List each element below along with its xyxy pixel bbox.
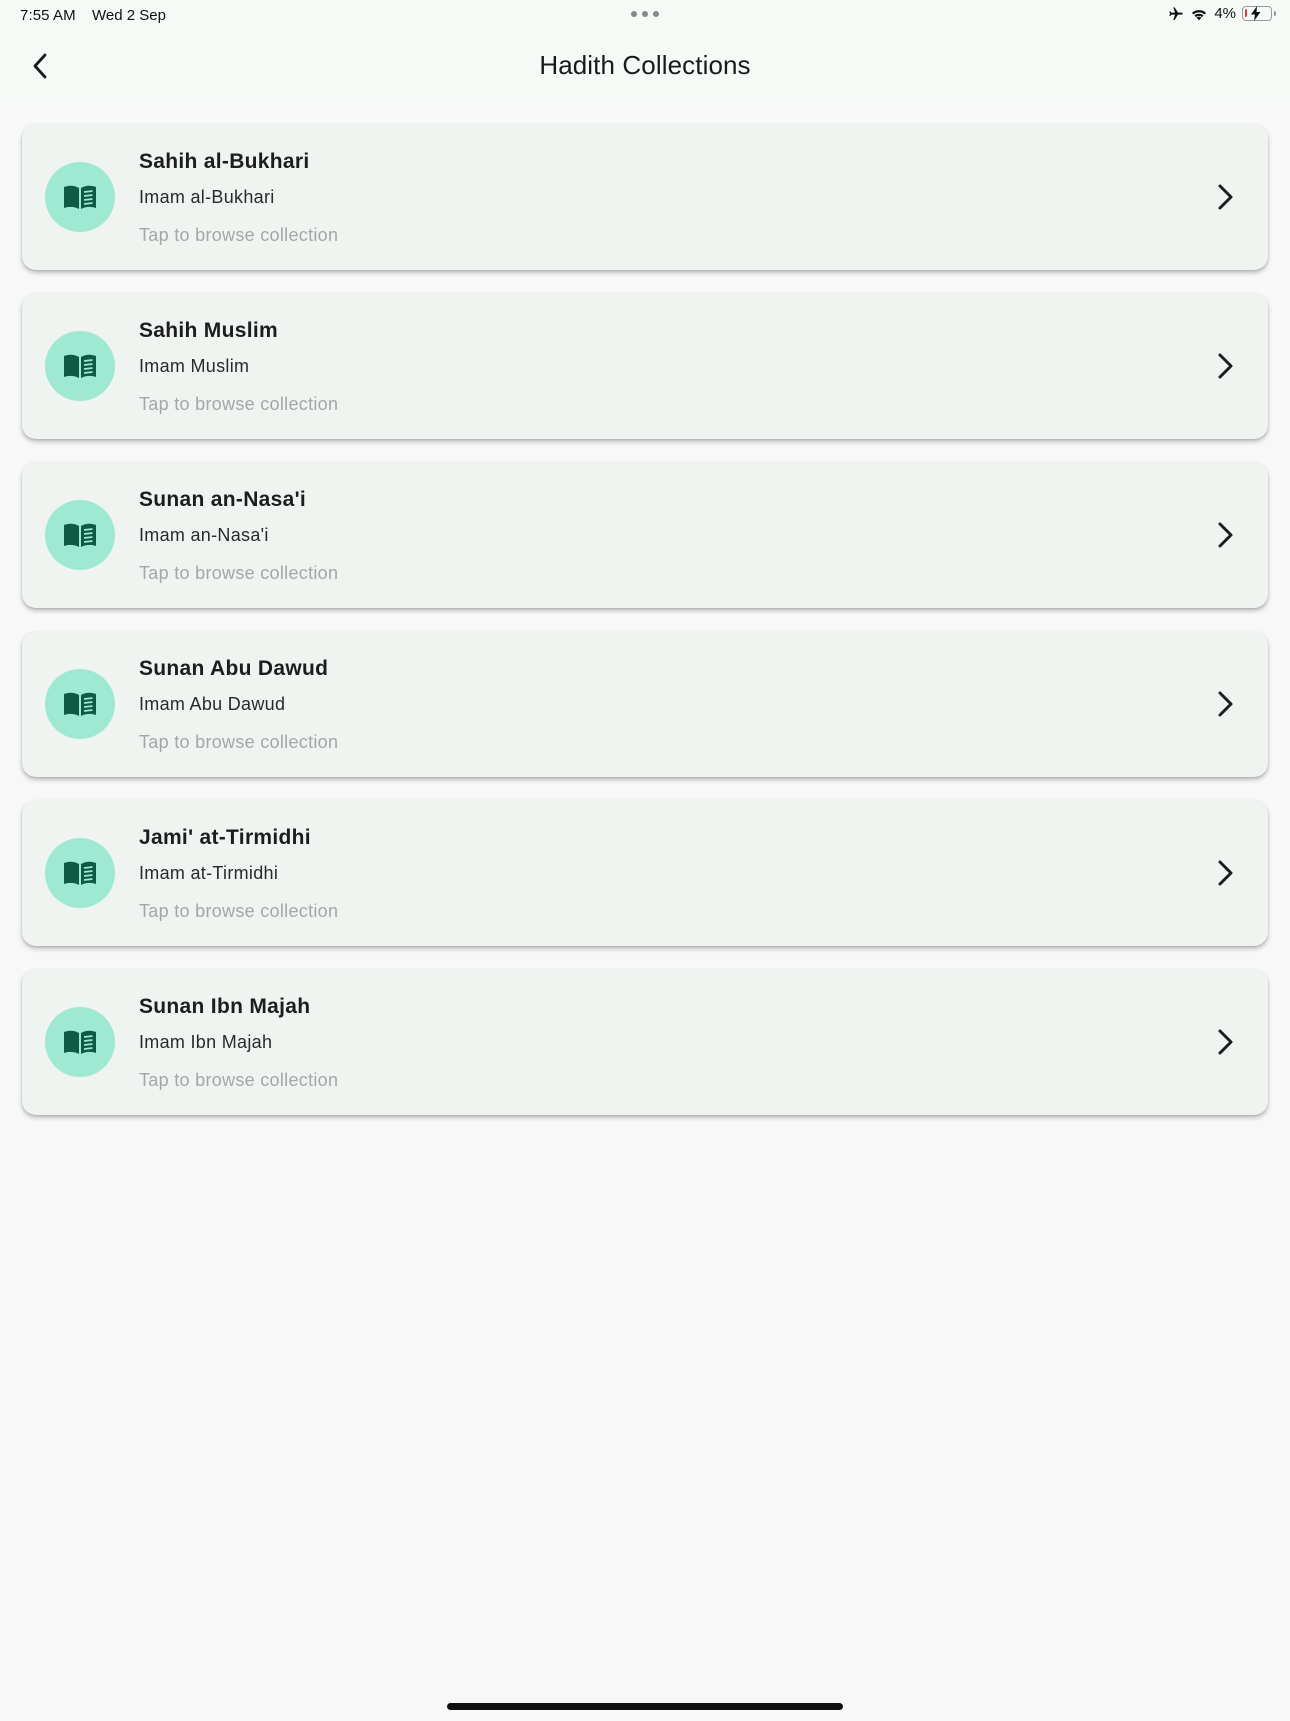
collection-card[interactable]: Sahih Muslim Imam Muslim Tap to browse col… bbox=[22, 293, 1268, 439]
collection-card[interactable]: Sunan an-Nasa'i Imam an-Nasa'i Tap to brow… bbox=[22, 462, 1268, 608]
chevron-right-icon bbox=[1210, 856, 1242, 890]
collection-title: Sunan an-Nasa'i bbox=[139, 488, 307, 511]
app-bar: Hadith Collections bbox=[0, 30, 1290, 102]
chevron-right-icon bbox=[1210, 518, 1242, 552]
collection-author: Imam Muslim bbox=[139, 356, 250, 376]
collection-hint: Tap to browse collection bbox=[139, 563, 339, 583]
wifi-icon bbox=[1192, 9, 1207, 20]
collection-title: Jami' at-Tirmidhi bbox=[139, 826, 311, 849]
chevron-right-icon bbox=[1210, 349, 1242, 383]
collection-title: Sunan Ibn Majah bbox=[139, 995, 311, 1018]
collection-hint: Tap to browse collection bbox=[139, 1070, 339, 1090]
collection-title: Sahih al-Bukhari bbox=[139, 150, 310, 173]
collection-hint: Tap to browse collection bbox=[139, 901, 339, 921]
home-indicator[interactable] bbox=[447, 1703, 843, 1710]
status-bar: 7:55 AM Wed 2 Sep 4% bbox=[0, 0, 1290, 30]
battery-charging-icon bbox=[1242, 6, 1276, 21]
status-time: 7:55 AM bbox=[20, 7, 76, 24]
chevron-right-icon bbox=[1210, 687, 1242, 721]
collection-list: Sahih al-Bukhari Imam al-Bukhari Tap to br… bbox=[22, 124, 1268, 1138]
book-icon bbox=[63, 859, 97, 887]
collection-card[interactable]: Sunan Abu Dawud Imam Abu Dawud Tap to brow… bbox=[22, 631, 1268, 777]
collection-avatar bbox=[45, 162, 115, 232]
collection-avatar bbox=[45, 669, 115, 739]
book-icon bbox=[63, 690, 97, 718]
status-date: Wed 2 Sep bbox=[92, 7, 166, 24]
collection-avatar bbox=[45, 838, 115, 908]
collection-card[interactable]: Sahih al-Bukhari Imam al-Bukhari Tap to br… bbox=[22, 124, 1268, 270]
collection-avatar bbox=[45, 500, 115, 570]
chevron-right-icon bbox=[1210, 180, 1242, 214]
collection-author: Imam Abu Dawud bbox=[139, 694, 286, 714]
collection-hint: Tap to browse collection bbox=[139, 394, 339, 414]
collection-author: Imam an-Nasa'i bbox=[139, 525, 269, 545]
collection-card[interactable]: Jami' at-Tirmidhi Imam at-Tirmidhi Tap to … bbox=[22, 800, 1268, 946]
collection-author: Imam al-Bukhari bbox=[139, 187, 275, 207]
battery-level bbox=[1245, 9, 1247, 17]
page-title: Hadith Collections bbox=[539, 50, 751, 80]
book-icon bbox=[63, 352, 97, 380]
collection-author: Imam Ibn Majah bbox=[139, 1032, 273, 1052]
status-indicators: 4% bbox=[1168, 5, 1276, 22]
collection-hint: Tap to browse collection bbox=[139, 732, 339, 752]
collection-hint: Tap to browse collection bbox=[139, 225, 339, 245]
chevron-right-icon bbox=[1210, 1025, 1242, 1059]
book-icon bbox=[63, 183, 97, 211]
airplane-icon bbox=[1169, 6, 1183, 20]
multitasking-dots-icon[interactable] bbox=[631, 11, 659, 17]
collection-avatar bbox=[45, 1007, 115, 1077]
collection-author: Imam at-Tirmidhi bbox=[139, 863, 279, 883]
collection-avatar bbox=[45, 331, 115, 401]
book-icon bbox=[63, 1028, 97, 1056]
collection-card[interactable]: Sunan Ibn Majah Imam Ibn Majah Tap to brow… bbox=[22, 969, 1268, 1115]
collection-title: Sahih Muslim bbox=[139, 319, 278, 342]
battery-percent: 4% bbox=[1214, 5, 1236, 22]
book-icon bbox=[63, 521, 97, 549]
collection-title: Sunan Abu Dawud bbox=[139, 657, 329, 680]
